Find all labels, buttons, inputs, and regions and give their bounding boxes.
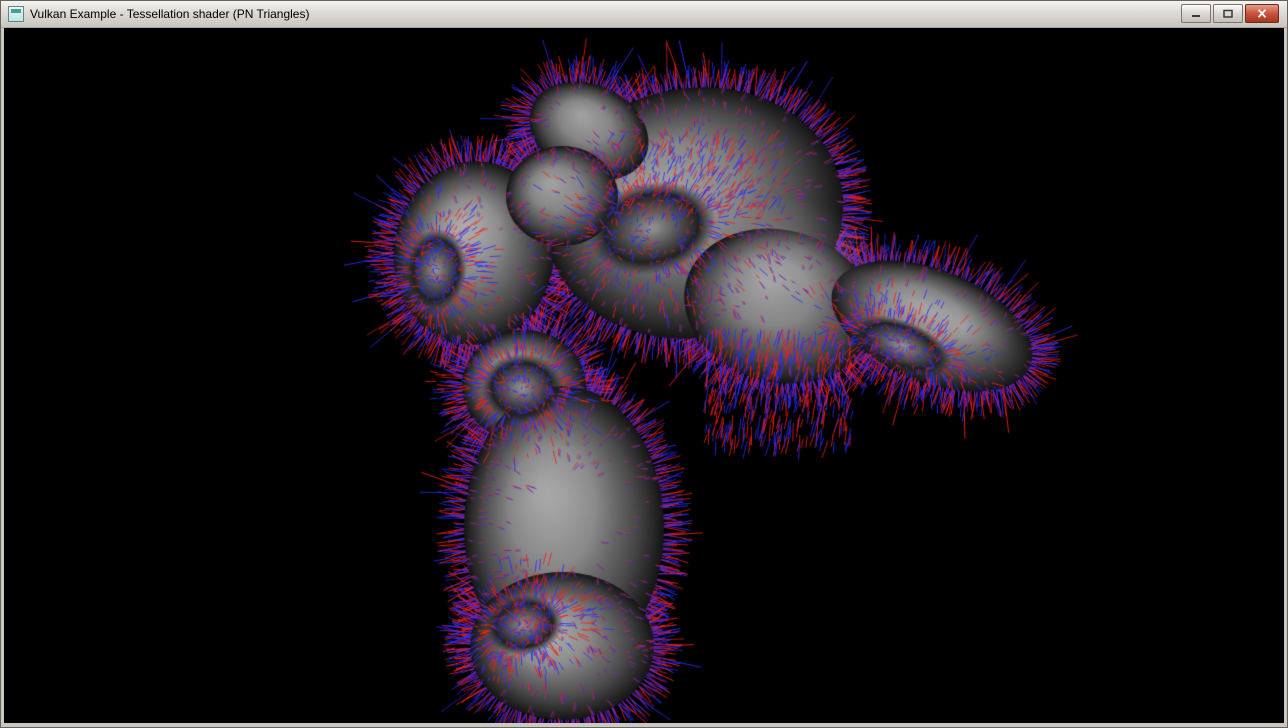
maximize-icon (1223, 9, 1233, 18)
vulkan-example-window: Vulkan Example - Tessellation shader (PN… (0, 0, 1288, 728)
close-button[interactable] (1245, 4, 1279, 23)
minimize-icon (1191, 9, 1201, 18)
app-icon[interactable] (8, 6, 24, 22)
window-title: Vulkan Example - Tessellation shader (PN… (30, 7, 309, 21)
minimize-button[interactable] (1181, 4, 1211, 23)
vulkan-3d-viewport[interactable] (4, 28, 1284, 723)
title-bar[interactable]: Vulkan Example - Tessellation shader (PN… (1, 1, 1287, 28)
viewport-frame (4, 28, 1284, 723)
close-icon (1257, 9, 1267, 18)
window-controls (1181, 4, 1279, 23)
maximize-button[interactable] (1213, 4, 1243, 23)
